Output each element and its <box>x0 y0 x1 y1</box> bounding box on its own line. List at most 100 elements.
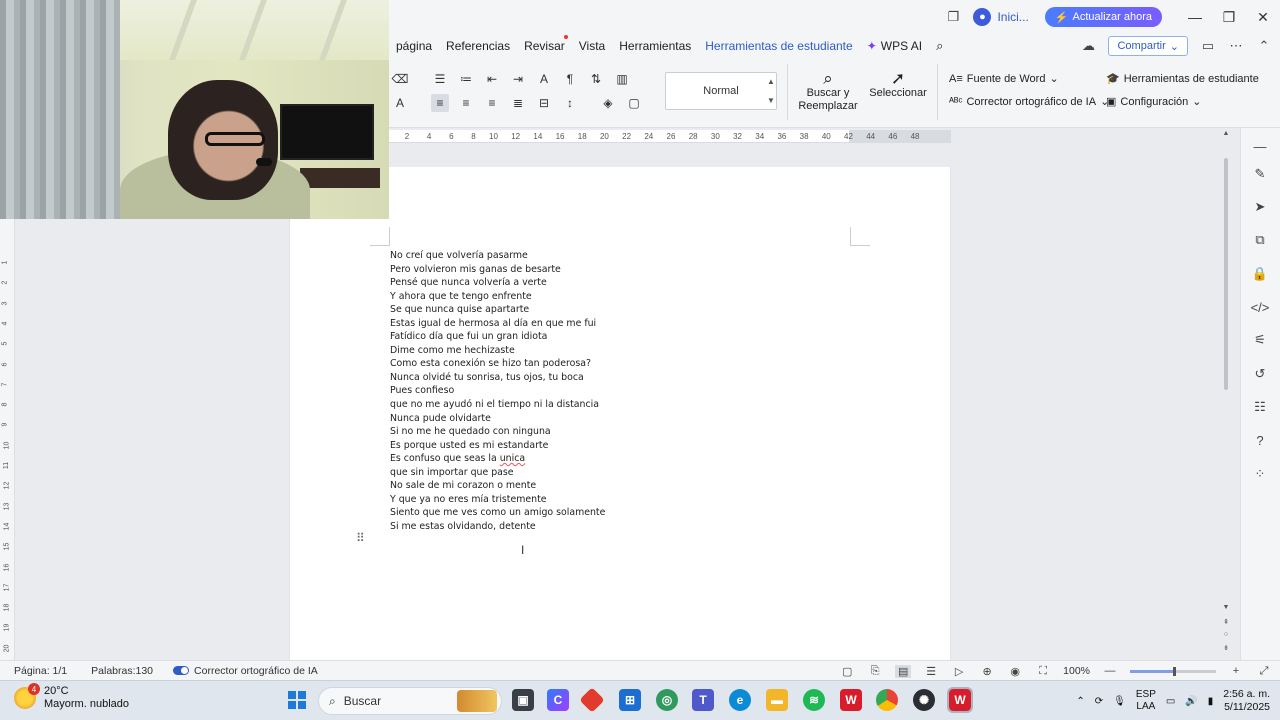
tab-pagina[interactable]: página <box>389 39 439 53</box>
document-line[interactable]: Pensé que nunca volvería a verte <box>390 276 850 290</box>
drag-handle-icon[interactable]: ⠿ <box>356 531 365 545</box>
decrease-indent-icon[interactable]: ⇤ <box>483 70 501 88</box>
search-icon[interactable]: ⌕ <box>929 38 950 54</box>
volume-icon[interactable]: 🔊 <box>1185 696 1197 707</box>
bullets-icon[interactable]: ☰ <box>431 70 449 88</box>
close-button[interactable]: ✕ <box>1246 0 1280 34</box>
play-icon[interactable]: ▷ <box>951 665 967 678</box>
document-line[interactable]: Fatídico día que fui un gran idiota <box>390 330 850 344</box>
tab-herramientas-estudiante[interactable]: Herramientas de estudiante <box>698 39 859 53</box>
word-count[interactable]: Palabras:130 <box>91 665 153 677</box>
chevron-up-icon[interactable]: ⌃ <box>1076 696 1084 707</box>
chrome-icon[interactable] <box>876 689 898 711</box>
eye-icon[interactable]: ◉ <box>1007 665 1023 678</box>
line-spacing-icon[interactable]: ↕ <box>561 94 579 112</box>
align-center-icon[interactable]: ≡ <box>457 94 475 112</box>
tab-vista[interactable]: Vista <box>572 39 612 53</box>
taskbar-search[interactable]: ⌕ Buscar <box>318 687 502 715</box>
document-line[interactable]: Si no me he quedado con ninguna <box>390 425 850 439</box>
document-line[interactable]: Estas igual de hermosa al día en que me … <box>390 317 850 331</box>
page-view-icon[interactable]: ▤ <box>895 664 912 678</box>
chevron-up-icon[interactable]: ▲ <box>767 77 775 86</box>
collapse-icon[interactable]: — <box>1250 136 1270 156</box>
text-direction-icon[interactable]: A <box>535 70 553 88</box>
document-line[interactable]: Siento que me ves como un amigo solament… <box>390 506 850 520</box>
start-button[interactable] <box>288 691 306 709</box>
document-line[interactable]: Se que nunca quise apartarte <box>390 303 850 317</box>
lock-icon[interactable]: 🔒 <box>1250 264 1270 284</box>
document-line[interactable]: Nunca pude olvidarte <box>390 412 850 426</box>
pointer-icon[interactable]: ➤ <box>1250 197 1270 217</box>
copilot-icon[interactable]: C <box>547 689 569 711</box>
document-body[interactable]: No creí que volvería pasarme Pero volvier… <box>390 249 850 533</box>
justify-icon[interactable]: ≣ <box>509 94 527 112</box>
window-switch-icon[interactable]: ❐ <box>943 7 963 27</box>
misspelled-word[interactable]: unica <box>500 453 525 464</box>
select-browse-icon[interactable]: ○ <box>1221 631 1231 638</box>
chevron-down-icon[interactable]: ▼ <box>767 96 775 105</box>
chrome-alt-icon[interactable]: ◎ <box>656 689 678 711</box>
layout-icon[interactable]: ▭ <box>1198 36 1218 56</box>
protect-icon[interactable]: ⎘ <box>867 665 883 678</box>
web-view-icon[interactable]: ⊕ <box>979 665 995 678</box>
microphone-icon[interactable]: 🎙 <box>1113 696 1126 707</box>
highlight-icon[interactable]: A <box>391 94 409 112</box>
document-line[interactable]: Pues confieso <box>390 384 850 398</box>
outline-icon[interactable]: ☷ <box>1250 397 1270 417</box>
document-line[interactable]: Es confuso que seas la unica <box>390 452 850 466</box>
language-indicator[interactable]: ESP LAA <box>1136 689 1156 713</box>
document-line[interactable]: Es porque usted es mi estandarte <box>390 439 850 453</box>
zoom-in-icon[interactable]: + <box>1228 665 1244 677</box>
style-gallery[interactable]: Normal <box>665 72 777 110</box>
wps-office-icon[interactable]: W <box>840 689 862 711</box>
account-button[interactable]: ● Inici... <box>973 8 1029 26</box>
task-view-icon[interactable]: ▣ <box>512 689 534 711</box>
fullscreen-icon[interactable]: ⤢ <box>1256 665 1272 678</box>
document-line[interactable]: Como esta conexión se hizo tan poderosa? <box>390 357 850 371</box>
store-icon[interactable]: ⊞ <box>619 689 641 711</box>
style-normal[interactable]: Normal <box>703 85 738 97</box>
chatgpt-icon[interactable]: ✺ <box>913 689 935 711</box>
clock[interactable]: 2:56 a. m. 5/11/2025 <box>1223 688 1270 714</box>
shading-icon[interactable]: ◈ <box>599 94 617 112</box>
teams-icon[interactable]: T <box>692 689 714 711</box>
zoom-level[interactable]: 100% <box>1063 665 1090 677</box>
scroll-down-icon[interactable]: ▼ <box>1221 604 1231 611</box>
next-page-icon[interactable]: ⇟ <box>1221 644 1231 652</box>
upgrade-button[interactable]: ⚡ Actualizar ahora <box>1044 7 1162 27</box>
select-button[interactable]: ➚ Seleccionar <box>866 70 930 100</box>
sync-icon[interactable]: ⟳ <box>1095 696 1103 707</box>
document-line[interactable]: Nunca olvidé tu sonrisa, tus ojos, tu bo… <box>390 371 850 385</box>
more-icon[interactable]: ⋯ <box>1226 36 1246 56</box>
tab-wps-ai[interactable]: ✦ WPS AI <box>860 39 929 53</box>
tab-revisar[interactable]: Revisar <box>517 35 572 53</box>
page-count[interactable]: Página: 1/1 <box>14 665 67 677</box>
sliders-icon[interactable]: ⚟ <box>1250 330 1270 350</box>
battery-icon[interactable]: ▮ <box>1208 696 1214 707</box>
read-mode-icon[interactable]: ▢ <box>839 665 855 678</box>
document-line[interactable]: que sin importar que pase <box>390 466 850 480</box>
document-line[interactable]: No creí que volvería pasarme <box>390 249 850 263</box>
numbering-icon[interactable]: ≔ <box>457 70 475 88</box>
minimize-button[interactable]: — <box>1178 0 1212 34</box>
fit-icon[interactable]: ⛶ <box>1035 665 1051 678</box>
document-page[interactable]: No creí que volvería pasarme Pero volvier… <box>289 167 951 660</box>
zoom-out-icon[interactable]: — <box>1102 665 1118 677</box>
history-icon[interactable]: ↺ <box>1250 364 1270 384</box>
crop-icon[interactable]: ⧉ <box>1250 230 1270 250</box>
document-line[interactable]: Y ahora que te tengo enfrente <box>390 290 850 304</box>
toggle-switch[interactable] <box>173 666 190 675</box>
vertical-scrollbar[interactable]: ▲ ▼ ⇞ ○ ⇟ <box>1221 128 1231 660</box>
horizontal-ruler[interactable]: 2 4 6 8 10 12 14 16 18 20 22 24 26 28 30 32 34 36 38 40 42 44… <box>389 130 951 143</box>
zoom-knob[interactable] <box>1173 666 1176 676</box>
document-line[interactable]: Pero volvieron mis ganas de besarte <box>390 263 850 277</box>
wps-writer-active-icon[interactable]: W <box>947 687 973 713</box>
settings-button[interactable]: ▣ Configuración ⌄ <box>1106 95 1202 109</box>
cloud-icon[interactable]: ☁ <box>1078 36 1098 56</box>
scroll-up-icon[interactable]: ▲ <box>1221 130 1231 137</box>
tab-referencias[interactable]: Referencias <box>439 39 517 53</box>
outline-view-icon[interactable]: ☰ <box>923 665 939 678</box>
find-replace-button[interactable]: ⌕ Buscar y Reemplazar <box>798 70 858 113</box>
prev-page-icon[interactable]: ⇞ <box>1221 618 1231 626</box>
zoom-slider[interactable] <box>1130 666 1216 676</box>
